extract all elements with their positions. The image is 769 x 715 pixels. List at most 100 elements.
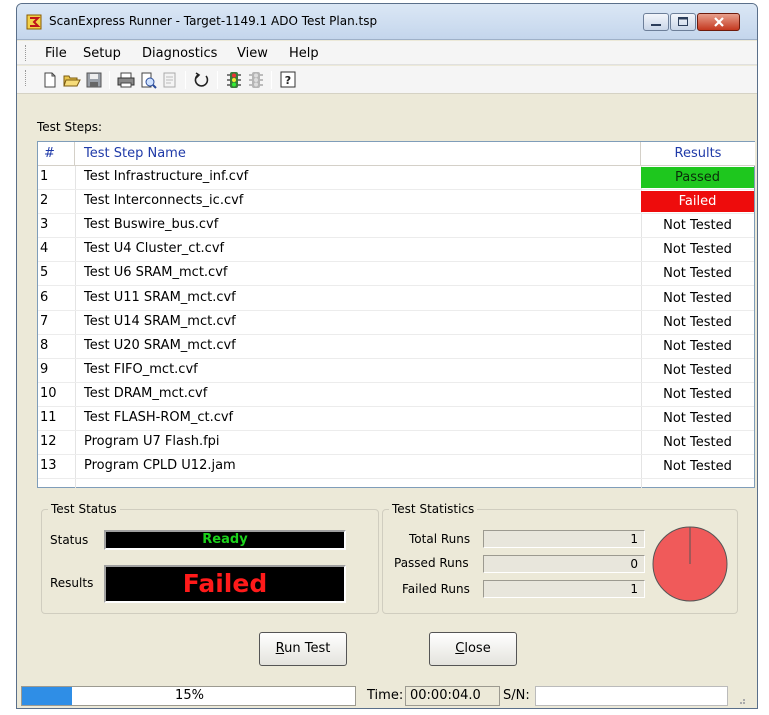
refresh-icon[interactable]: [193, 71, 211, 89]
row-step-name: Test U11 SRAM_mct.cvf: [84, 289, 236, 305]
run-test-accel: R: [275, 641, 285, 656]
row-result: Not Tested: [663, 266, 732, 282]
total-runs-label: Total Runs: [409, 532, 471, 546]
table-row[interactable]: 11 Test FLASH-ROM_ct.cvf Not Tested: [38, 407, 754, 432]
close-button[interactable]: Close: [429, 632, 517, 666]
toolbar-separator: [217, 71, 218, 89]
row-step-name: Test FIFO_mct.cvf: [84, 361, 198, 377]
new-file-icon[interactable]: [41, 71, 59, 89]
failed-runs-value: 1: [483, 580, 645, 598]
table-row[interactable]: 13 Program CPLD U12.jam Not Tested: [38, 455, 754, 480]
row-number: 1: [40, 169, 49, 184]
table-row[interactable]: 4 Test U4 Cluster_ct.cvf Not Tested: [38, 238, 754, 263]
row-number: 12: [40, 434, 57, 450]
serial-number-field[interactable]: [535, 686, 728, 706]
print-preview-icon[interactable]: [139, 71, 157, 89]
toolbar-separator: [271, 71, 272, 89]
runs-pie-chart: [652, 526, 728, 602]
toolbar-separator: [109, 71, 110, 89]
row-result: Not Tested: [663, 242, 732, 258]
menu-grip: [25, 45, 27, 61]
progress-text: 15%: [175, 688, 204, 703]
minimize-button[interactable]: [643, 13, 669, 31]
row-result: Not Tested: [663, 314, 732, 330]
menu-setup[interactable]: Setup: [83, 46, 121, 61]
status-display: Ready: [104, 530, 346, 550]
help-icon[interactable]: ?: [279, 71, 297, 89]
row-step-name: Test U20 SRAM_mct.cvf: [84, 337, 236, 353]
row-result: Not Tested: [663, 459, 732, 475]
row-number: 5: [40, 265, 49, 281]
title-bar[interactable]: ScanExpress Runner - Target-1149.1 ADO T…: [17, 4, 757, 40]
test-steps-label: Test Steps:: [37, 120, 103, 134]
row-result: Not Tested: [663, 362, 732, 378]
menu-bar: File Setup Diagnostics View Help: [17, 41, 757, 65]
failed-runs-label: Failed Runs: [402, 582, 470, 596]
toolbar-separator: [185, 71, 186, 89]
table-row[interactable]: 12 Program U7 Flash.fpi Not Tested: [38, 431, 754, 456]
time-label: Time:: [367, 688, 404, 703]
table-row[interactable]: 2 Test Interconnects_ic.cvf Failed: [38, 190, 754, 215]
row-step-name: Program CPLD U12.jam: [84, 458, 236, 474]
results-display: Failed: [104, 565, 346, 603]
column-header-number[interactable]: #: [38, 142, 75, 166]
row-number: 9: [40, 361, 49, 377]
total-runs-value: 1: [483, 530, 645, 548]
row-step-name: Test FLASH-ROM_ct.cvf: [84, 410, 234, 425]
toolbar: ?: [17, 66, 757, 94]
row-step-name: Test Infrastructure_inf.cvf: [84, 169, 249, 184]
row-result: Not Tested: [663, 386, 732, 402]
test-statistics-title: Test Statistics: [389, 502, 478, 516]
table-row[interactable]: 6 Test U11 SRAM_mct.cvf Not Tested: [38, 287, 754, 311]
close-label: lose: [464, 641, 491, 656]
open-folder-icon[interactable]: [63, 71, 81, 89]
table-row[interactable]: 10 Test DRAM_mct.cvf Not Tested: [38, 383, 754, 407]
row-step-name: Test U6 SRAM_mct.cvf: [84, 265, 228, 281]
row-step-name: Test U4 Cluster_ct.cvf: [84, 241, 225, 257]
test-statistics-group: Test Statistics Total Runs 1 Passed Runs…: [382, 502, 738, 614]
maximize-button[interactable]: [670, 13, 696, 31]
table-row[interactable]: 8 Test U20 SRAM_mct.cvf Not Tested: [38, 335, 754, 359]
run-test-button[interactable]: Run Test: [259, 632, 347, 666]
traffic-light-icon[interactable]: [225, 71, 243, 89]
menu-diagnostics[interactable]: Diagnostics: [142, 46, 217, 61]
row-result: Not Tested: [663, 338, 732, 354]
app-window: ScanExpress Runner - Target-1149.1 ADO T…: [16, 3, 758, 709]
table-row[interactable]: 9 Test FIFO_mct.cvf Not Tested: [38, 359, 754, 383]
close-accel: C: [455, 641, 465, 656]
table-row[interactable]: 7 Test U14 SRAM_mct.cvf Not Tested: [38, 311, 754, 335]
row-number: 8: [40, 337, 49, 353]
column-header-results[interactable]: Results: [641, 142, 755, 166]
row-result: Not Tested: [663, 290, 732, 306]
status-label: Status: [50, 533, 89, 547]
run-test-label: un Test: [284, 641, 331, 656]
app-icon: [26, 14, 42, 30]
row-step-name: Test Buswire_bus.cvf: [84, 217, 219, 233]
menu-help[interactable]: Help: [289, 46, 319, 61]
close-window-button[interactable]: [697, 13, 740, 31]
menu-view[interactable]: View: [237, 46, 268, 61]
row-result: Not Tested: [663, 435, 732, 451]
passed-runs-value: 0: [483, 555, 645, 573]
table-row[interactable]: 5 Test U6 SRAM_mct.cvf Not Tested: [38, 262, 754, 287]
save-icon[interactable]: [85, 71, 103, 89]
row-number: 10: [40, 385, 57, 401]
column-header-step-name[interactable]: Test Step Name: [75, 142, 641, 166]
row-result: Failed: [641, 191, 754, 213]
svg-text:?: ?: [285, 74, 291, 87]
row-number: 11: [40, 410, 57, 425]
status-bar: 15% Time: 00:00:04.0 S/N:: [17, 683, 757, 708]
menu-file[interactable]: File: [45, 46, 67, 61]
close-icon: [713, 17, 724, 27]
progress-bar: 15%: [21, 686, 356, 706]
print-icon[interactable]: [117, 71, 135, 89]
test-status-group: Test Status Status Ready Results Failed: [41, 502, 379, 614]
properties-icon[interactable]: [161, 71, 179, 89]
resize-grip-icon[interactable]: [736, 695, 746, 705]
table-row[interactable]: 3 Test Buswire_bus.cvf Not Tested: [38, 214, 754, 239]
row-number: 2: [40, 193, 49, 209]
row-result: Passed: [641, 167, 754, 188]
traffic-light-disabled-icon[interactable]: [247, 71, 265, 89]
row-step-name: Program U7 Flash.fpi: [84, 434, 220, 450]
table-row[interactable]: 1 Test Infrastructure_inf.cvf Passed: [38, 166, 754, 191]
